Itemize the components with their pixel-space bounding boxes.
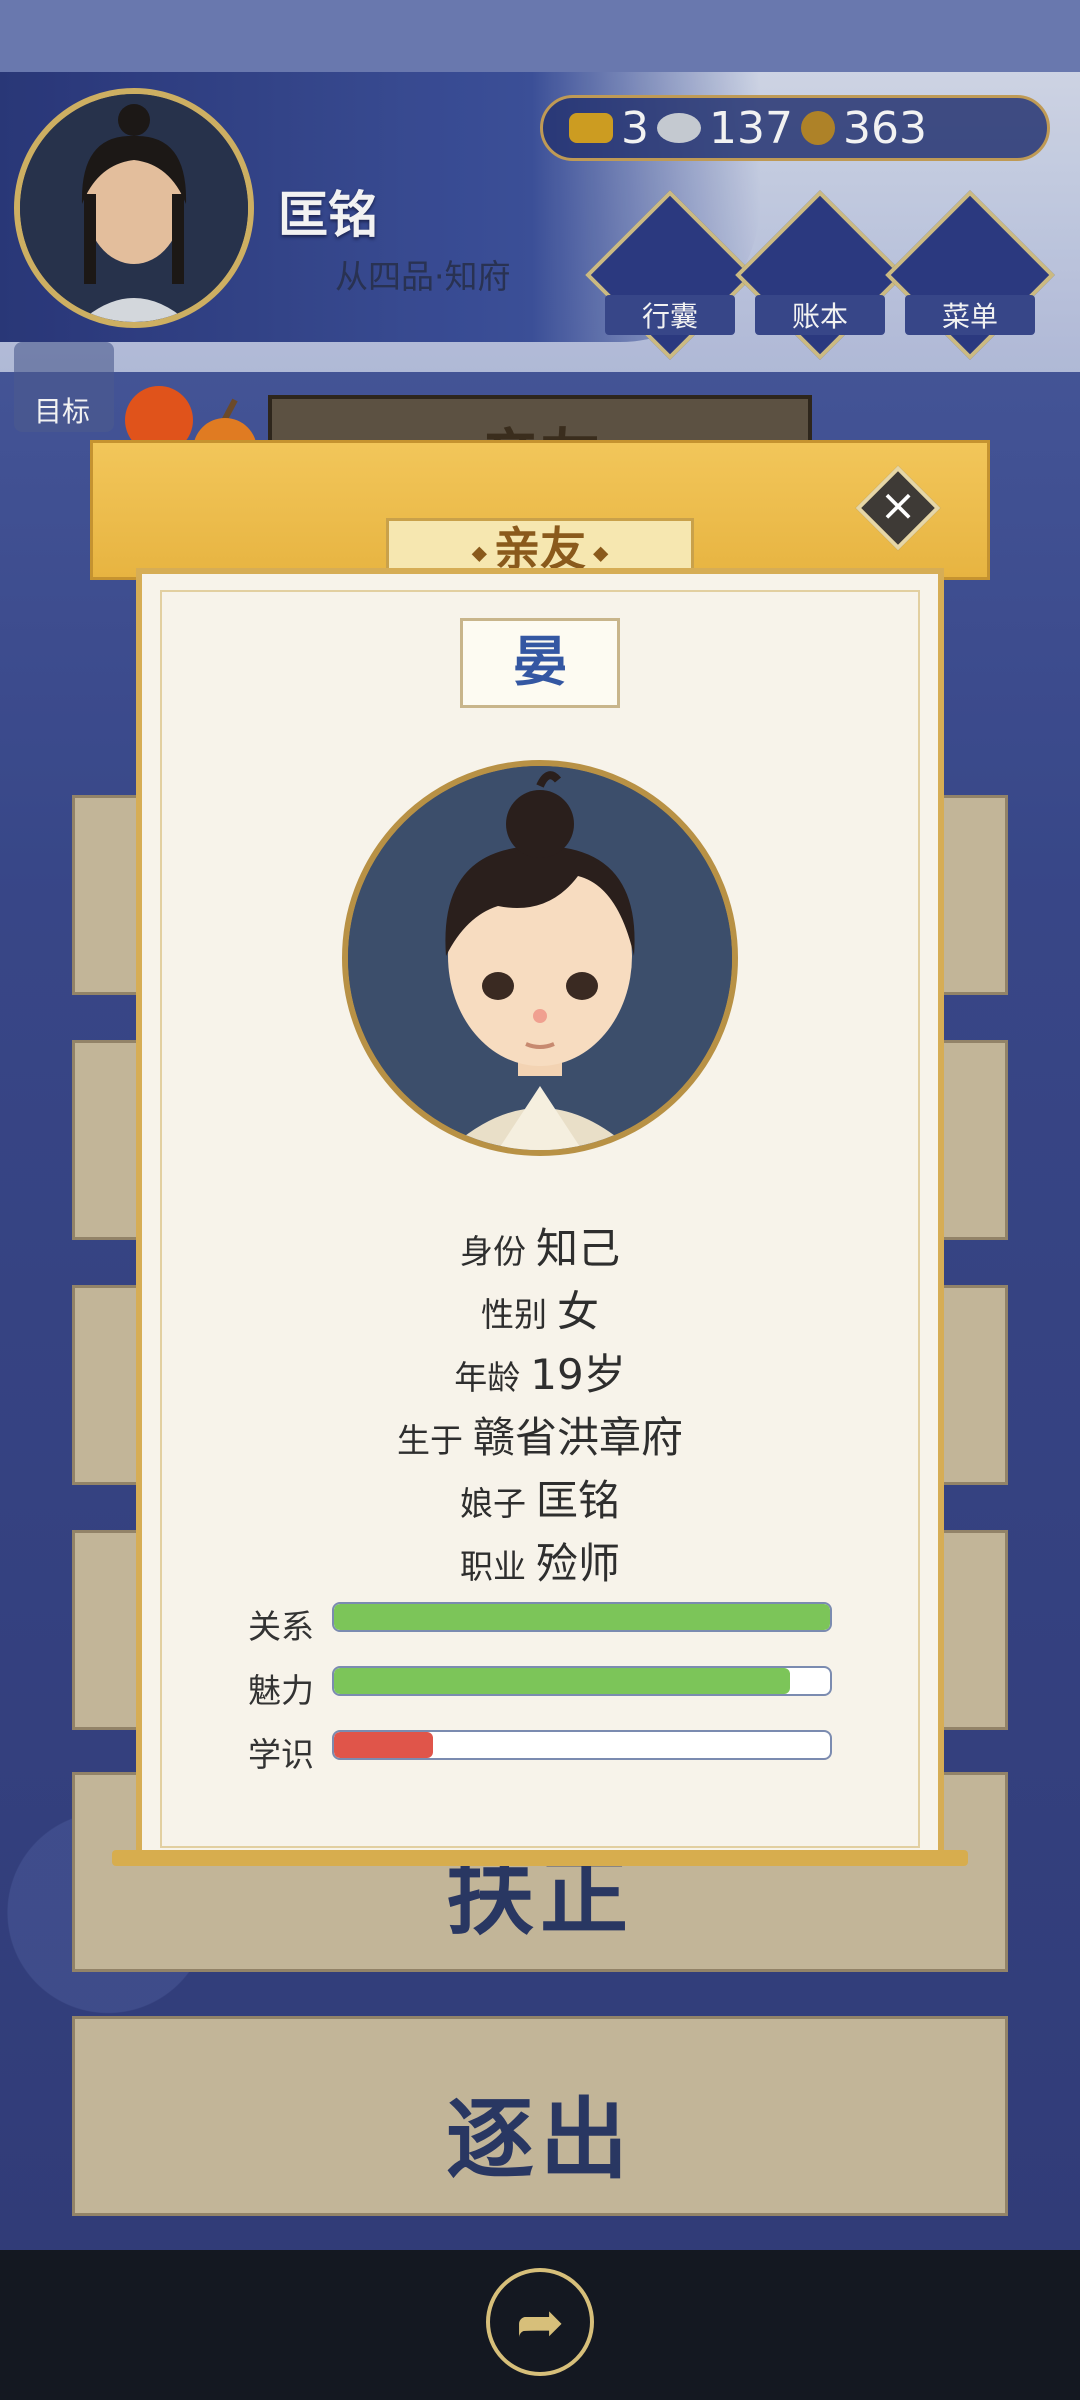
- field-gender: 性别女: [160, 1278, 920, 1339]
- stat-track: [332, 1730, 832, 1760]
- close-icon: ×: [879, 480, 917, 531]
- field-value: 19岁: [530, 1350, 626, 1399]
- field-key: 身份: [459, 1232, 526, 1271]
- field-value: 赣省洪章府: [472, 1413, 683, 1462]
- field-value: 知己: [535, 1224, 620, 1273]
- field-key: 生于: [396, 1421, 463, 1460]
- stat-label: 关系: [248, 1607, 314, 1646]
- stat-fill: [334, 1668, 791, 1694]
- field-birthplace: 生于 赣省洪章府: [160, 1404, 920, 1465]
- stat-label: 学识: [248, 1735, 314, 1774]
- stat-charm: 魅力: [248, 1666, 838, 1710]
- share-icon[interactable]: ➦: [486, 2268, 594, 2376]
- field-value: 匡铭: [535, 1476, 620, 1525]
- character-portrait: [342, 760, 738, 1156]
- field-value: 女: [556, 1287, 599, 1336]
- stat-track: [332, 1666, 832, 1696]
- stat-track: [332, 1602, 832, 1632]
- stat-label: 魅力: [248, 1671, 314, 1710]
- surname-badge: 晏: [460, 618, 620, 708]
- field-identity: 身份 知己: [160, 1215, 920, 1276]
- stat-knowledge: 学识: [248, 1730, 838, 1774]
- character-portrait-icon: [348, 766, 732, 1150]
- field-spouse: 娘子 匡铭: [160, 1467, 920, 1528]
- stat-relationship: 关系: [248, 1602, 838, 1646]
- field-age: 年龄 19岁: [160, 1341, 920, 1402]
- field-key: 职业: [459, 1547, 526, 1586]
- stat-fill: [334, 1732, 434, 1758]
- field-key: 性别: [480, 1295, 547, 1334]
- field-key: 年龄: [454, 1358, 521, 1397]
- scroll-bottom-rod: [112, 1850, 968, 1866]
- stat-fill: [334, 1604, 830, 1630]
- field-value: 殓师: [535, 1539, 620, 1588]
- field-occupation: 职业 殓师: [160, 1530, 920, 1591]
- field-key: 娘子: [459, 1484, 526, 1523]
